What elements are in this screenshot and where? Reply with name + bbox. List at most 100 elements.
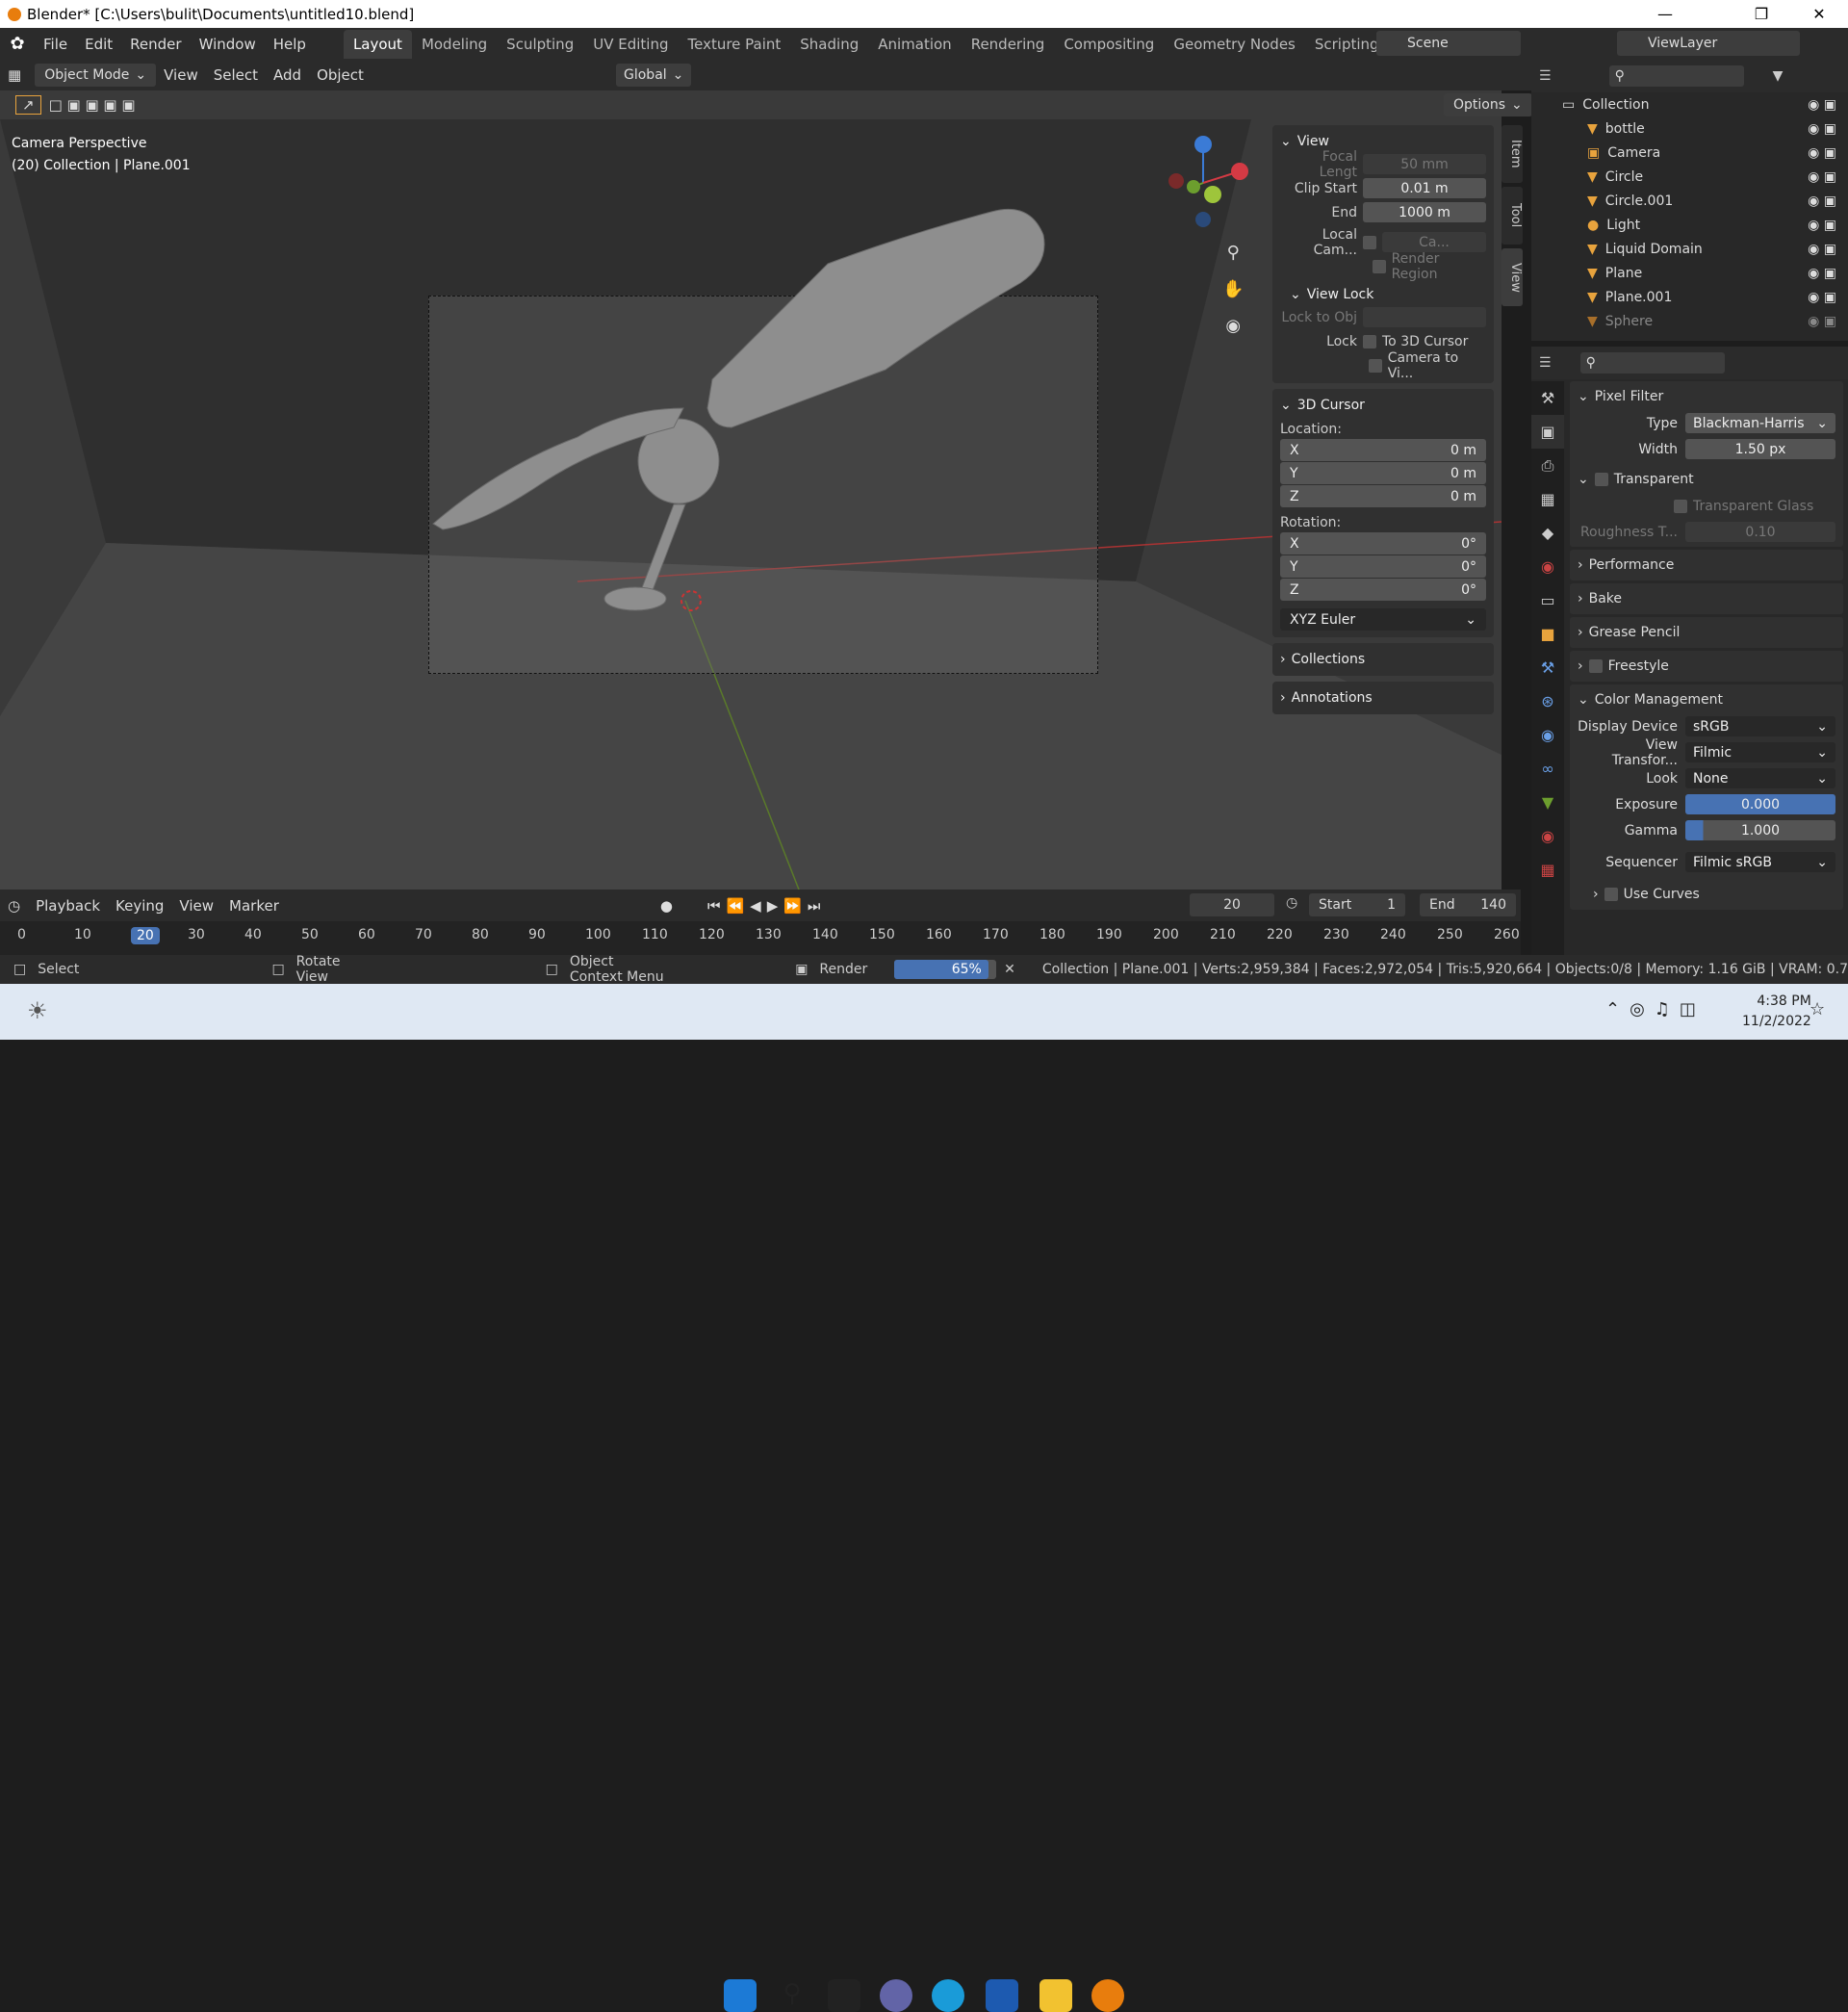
freestyle-section[interactable]: › Freestyle [1570,651,1843,682]
playback-controls[interactable]: ⏮⏪◀▶⏩⏭ [700,897,834,915]
sequencer-dropdown[interactable]: Filmic sRGB ⌄ [1685,852,1835,872]
clip-end-field[interactable]: 1000 m [1363,202,1486,222]
visibility-eye-icon[interactable]: ◉ ▣ [1808,145,1836,161]
file-explorer-icon[interactable] [1040,1979,1072,2012]
transparent-checkbox[interactable] [1594,473,1608,486]
grease-pencil-section[interactable]: › Grease Pencil [1570,617,1843,648]
stopwatch-icon[interactable]: ◷ [1286,895,1297,911]
collection-tab-icon[interactable]: ▭ [1531,583,1564,617]
notifications-icon[interactable]: ☆ [1810,999,1825,1019]
blender-menu-icon[interactable]: ✿ [0,34,35,54]
visibility-eye-icon[interactable]: ◉ ▣ [1808,169,1836,185]
render-tab-icon[interactable]: ▣ [1531,415,1564,449]
properties-editor-icon[interactable]: ☰ [1539,355,1552,371]
outliner-item[interactable]: ▼ Plane ◉ ▣ [1531,261,1848,285]
local-camera-field[interactable]: Ca... [1382,232,1486,252]
clip-start-field[interactable]: 0.01 m [1363,178,1486,198]
scene-tab-icon[interactable]: ◆ [1531,516,1564,550]
rotation-x-field[interactable]: X 0° [1280,532,1486,555]
outliner-collection-row[interactable]: ▭ Collection ◉ ▣ [1531,92,1848,116]
search-icon[interactable]: ⚲ [776,1979,808,2012]
outliner-item[interactable]: ● Light ◉ ▣ [1531,213,1848,237]
outliner-item[interactable]: ▼ bottle ◉ ▣ [1531,116,1848,141]
end-frame-field[interactable]: End 140 [1420,893,1516,916]
data-tab-icon[interactable]: ▼ [1531,786,1564,819]
outliner-search-input[interactable]: ⚲ [1608,65,1744,87]
tab-modeling[interactable]: Modeling [412,30,497,59]
zoom-icon[interactable]: ⚲ [1222,235,1244,271]
blender-taskbar-icon[interactable] [1091,1979,1124,2012]
performance-section[interactable]: › Performance [1570,550,1843,580]
menu-edit[interactable]: Edit [76,36,121,53]
modifier-tab-icon[interactable]: ⚒ [1531,651,1564,684]
location-y-field[interactable]: Y 0 m [1280,462,1486,484]
constraints-tab-icon[interactable]: ∞ [1531,752,1564,786]
menu-window[interactable]: Window [191,36,265,53]
menu-help[interactable]: Help [265,36,315,53]
roughness-field[interactable]: 0.10 [1685,522,1835,542]
navigation-gizmo[interactable] [1155,135,1251,231]
timeline-editor-icon[interactable]: ◷ [0,897,28,915]
visibility-eye-icon[interactable]: ◉ ▣ [1808,121,1836,137]
rotation-y-field[interactable]: Y 0° [1280,555,1486,578]
options-dropdown[interactable]: Options ⌄ [1444,93,1532,116]
menu-select[interactable]: Select [206,66,266,84]
visibility-eye-icon[interactable]: ◉ ▣ [1808,314,1836,329]
collections-section[interactable]: › Collections [1272,643,1494,676]
camera-to-view-checkbox[interactable] [1369,358,1382,373]
visibility-eye-icon[interactable]: ◉ ▣ [1808,290,1836,305]
bake-section[interactable]: › Bake [1570,583,1843,614]
world-tab-icon[interactable]: ◉ [1531,550,1564,583]
view-transform-dropdown[interactable]: Filmic ⌄ [1685,742,1835,762]
start-frame-field[interactable]: Start 1 [1309,893,1405,916]
menu-render[interactable]: Render [121,36,190,53]
outliner-item[interactable]: ▼ Liquid Domain ◉ ▣ [1531,237,1848,261]
rotation-z-field[interactable]: Z 0° [1280,579,1486,601]
menu-file[interactable]: File [35,36,76,53]
microsoft-store-icon[interactable] [986,1979,1018,2012]
tab-tool[interactable]: Tool [1502,187,1523,245]
3d-cursor-header[interactable]: ⌄ 3D Cursor [1280,395,1486,416]
display-device-dropdown[interactable]: sRGB ⌄ [1685,716,1835,736]
minimize-button[interactable]: — [1636,0,1694,28]
widgets-icon[interactable]: ☀ [27,997,48,1024]
use-curves-checkbox[interactable] [1604,888,1618,901]
menu-object[interactable]: Object [309,66,372,84]
exposure-slider[interactable]: 0.000 [1685,794,1835,814]
physics-tab-icon[interactable]: ◉ [1531,718,1564,752]
transparent-glass-checkbox[interactable] [1674,499,1687,513]
menu-add[interactable]: Add [266,66,309,84]
outliner-editor-icon[interactable]: ☰ [1539,68,1552,84]
frame-ruler[interactable]: 0 10 20 30 40 50 60 70 80 90 100 110 120 130 140 150 160… [0,921,1521,950]
outliner-item[interactable]: ▼ Plane.001 ◉ ▣ [1531,285,1848,309]
tab-texture-paint[interactable]: Texture Paint [678,30,790,59]
close-button[interactable]: ✕ [1790,0,1848,28]
tool-tab-icon[interactable]: ⚒ [1531,381,1564,415]
freestyle-checkbox[interactable] [1588,659,1603,673]
focal-length-field[interactable]: 50 mm [1363,154,1486,174]
filter-width-field[interactable]: 1.50 px [1685,439,1835,459]
filter-icon[interactable]: ▼ [1773,68,1784,84]
outliner-item[interactable]: ▼ Sphere ◉ ▣ [1531,309,1848,333]
transform-orientation[interactable]: Global ⌄ [616,64,692,87]
visibility-eye-icon[interactable]: ◉ ▣ [1808,218,1836,233]
playback-menu[interactable]: Playback [28,897,108,915]
tab-layout[interactable]: Layout [343,29,412,59]
local-camera-checkbox[interactable] [1363,235,1376,249]
tab-animation[interactable]: Animation [868,30,961,59]
scene-selector[interactable]: Scene [1376,31,1521,56]
to-cursor-checkbox[interactable] [1363,334,1376,348]
render-region-checkbox[interactable] [1373,259,1386,273]
current-frame-field[interactable]: 20 [1190,893,1274,916]
gamma-slider[interactable]: 1.000 [1685,820,1835,840]
tab-compositing[interactable]: Compositing [1054,30,1164,59]
visibility-eye-icon[interactable]: ◉ ▣ [1808,266,1836,281]
particles-tab-icon[interactable]: ⊛ [1531,684,1564,718]
look-dropdown[interactable]: None ⌄ [1685,768,1835,788]
material-tab-icon[interactable]: ◉ [1531,819,1564,853]
annotations-section[interactable]: › Annotations [1272,682,1494,714]
transparent-header[interactable]: ⌄ Transparent [1578,466,1835,493]
keying-menu[interactable]: Keying [108,897,171,915]
tab-uv-editing[interactable]: UV Editing [583,30,678,59]
clock[interactable]: 4:38 PM 11/2/2022 [1742,992,1811,1032]
